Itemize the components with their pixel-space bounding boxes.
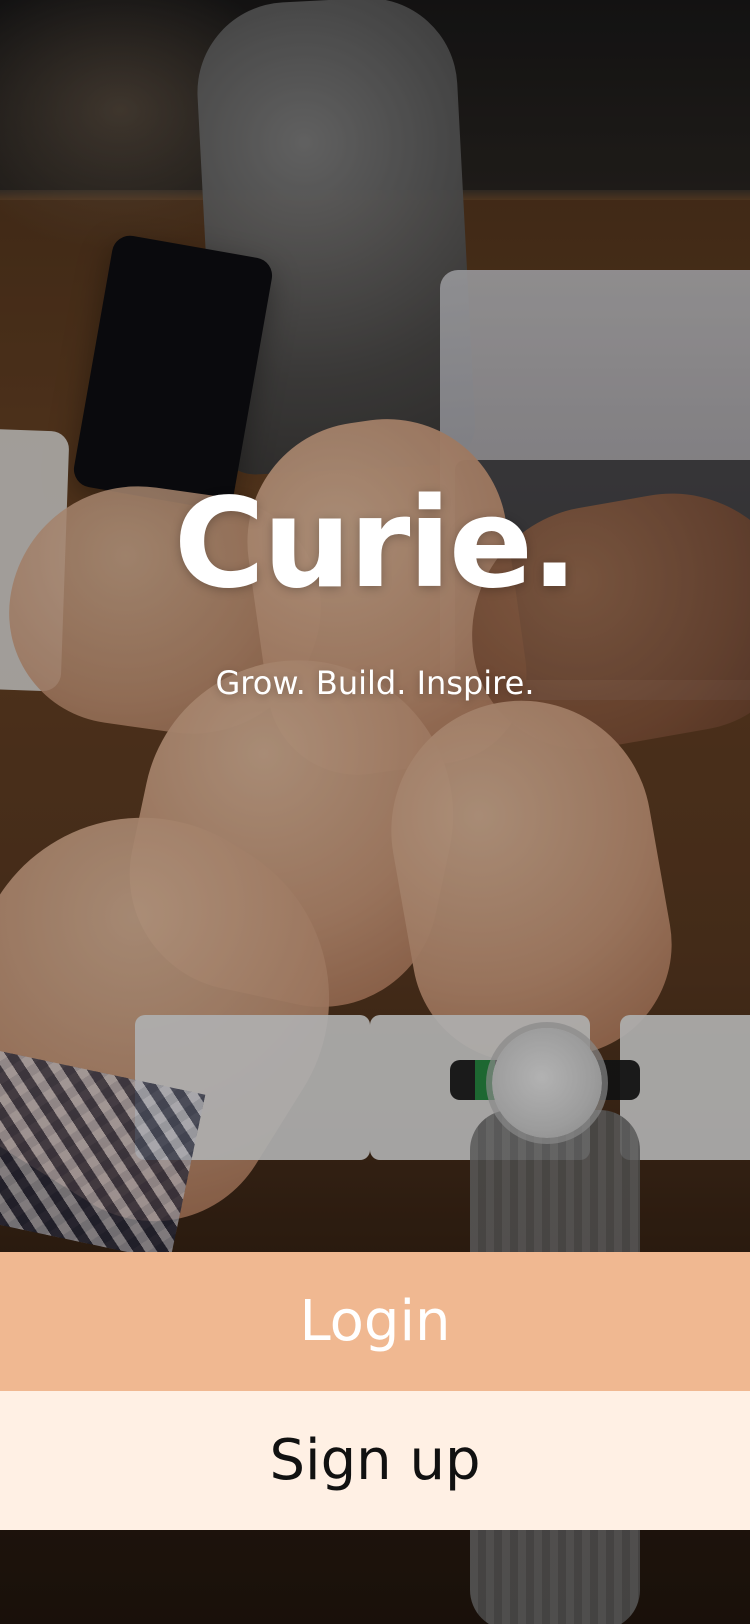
signup-button[interactable]: Sign up [0,1391,750,1530]
app-tagline: Grow. Build. Inspire. [215,664,535,702]
login-button[interactable]: Login [0,1252,750,1391]
app-logo-title: Curie. [173,472,578,616]
